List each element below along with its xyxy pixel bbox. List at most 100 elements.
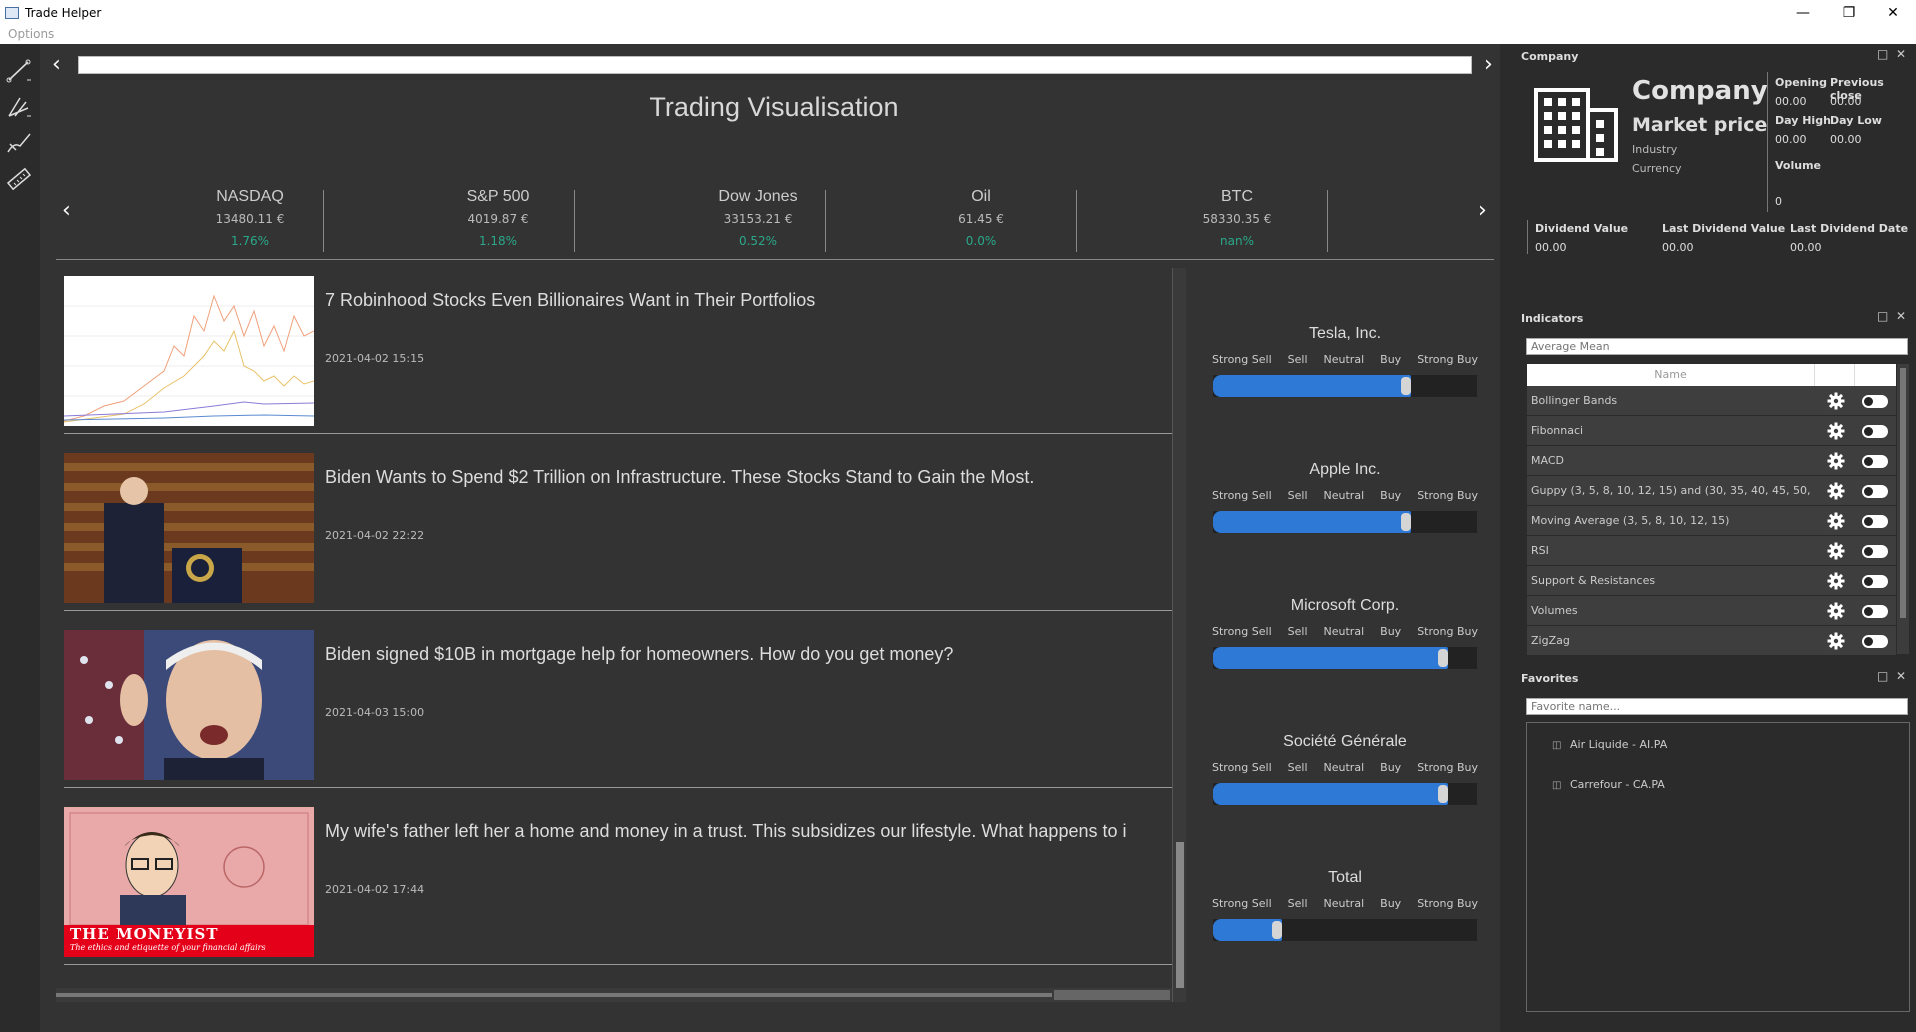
company-dock-title: Company [1521,50,1579,63]
ticker-value: 4019.87 € [467,212,529,226]
float-dock-icon[interactable]: □ [1877,47,1888,61]
minimize-button[interactable]: — [1780,0,1826,26]
ticker-prev-icon[interactable]: ‹ [62,200,71,222]
news-thumbnail-illustration: THE MONEYIST The ethics and etiquette of… [64,807,314,957]
news-headline[interactable]: Biden Wants to Spend $2 Trillion on Infr… [325,467,1175,488]
thumbnail-caption: THE MONEYIST [70,925,219,943]
indicators-scrollbar[interactable] [1897,364,1909,654]
close-dock-icon[interactable]: ✕ [1896,309,1906,323]
close-dock-icon[interactable]: ✕ [1896,669,1906,683]
indicator-row[interactable]: Support & Resistances [1527,566,1896,596]
window-title: Trade Helper [25,6,102,20]
settings-gear-icon[interactable] [1826,571,1846,591]
column-name-header[interactable]: Name [1527,364,1815,386]
indicator-toggle[interactable] [1862,485,1888,498]
gauge-title: Société Générale [1283,733,1407,750]
indicator-toggle[interactable] [1862,515,1888,528]
indicator-row[interactable]: Bollinger Bands [1527,386,1896,416]
ticker-sp500[interactable]: S&P 500 4019.87 € 1.18% [373,188,623,252]
indicator-toggle[interactable] [1862,425,1888,438]
recommendation-gauge: Microsoft Corp. Strong Sell Sell Neutral Bu… [1210,597,1480,717]
gauge-scale: Strong Sell Sell Neutral Buy Strong Buy [1212,625,1478,638]
line-tool-icon[interactable] [6,58,32,84]
menu-options[interactable]: Options [8,27,54,41]
url-input[interactable] [78,56,1472,74]
ticker-name: Oil [971,188,991,205]
indicator-toggle[interactable] [1862,635,1888,648]
settings-gear-icon[interactable] [1826,481,1846,501]
news-item[interactable]: 7 Robinhood Stocks Even Billionaires Wan… [64,276,1172,452]
ticker-change: 0.0% [965,234,997,248]
day-low-label: Day Low [1830,114,1882,127]
favorite-search-input[interactable] [1526,698,1908,715]
gauge-title: Total [1328,869,1362,886]
ticker-oil[interactable]: Oil 61.45 € 0.0% [856,188,1106,252]
close-dock-icon[interactable]: ✕ [1896,47,1906,61]
ticker-next-icon[interactable]: › [1478,200,1487,222]
ticker-separator [825,190,826,252]
favorite-item[interactable]: ◫ Air Liquide - AI.PA [1552,738,1667,751]
gauge-fill [1213,375,1411,397]
settings-gear-icon[interactable] [1826,631,1846,651]
news-vertical-scrollbar[interactable] [1172,268,1186,1002]
news-item[interactable]: Biden Wants to Spend $2 Trillion on Infr… [64,453,1172,629]
ruler-tool-icon[interactable] [6,166,32,192]
settings-gear-icon[interactable] [1826,421,1846,441]
brush-tool-icon[interactable] [6,130,32,156]
indicator-row[interactable]: Fibonnaci [1527,416,1896,446]
indicator-toggle[interactable] [1862,395,1888,408]
scroll-handle[interactable] [1176,842,1184,988]
indicator-row[interactable]: Moving Average (3, 5, 8, 10, 12, 15) [1527,506,1896,536]
volume-label: Volume [1775,159,1821,172]
settings-gear-icon[interactable] [1826,541,1846,561]
volume-value: 0 [1775,195,1782,208]
dividend-value-label: Dividend Value [1535,222,1629,235]
gauge-knob [1438,649,1448,667]
float-dock-icon[interactable]: □ [1877,309,1888,323]
restore-button[interactable]: ❐ [1826,0,1872,26]
ticker-divider [56,259,1494,260]
ticker-value: 33153.21 € [723,212,793,226]
company-dock-buttons: □ ✕ [1877,47,1906,61]
scroll-handle[interactable] [1900,368,1906,618]
settings-gear-icon[interactable] [1826,451,1846,471]
settings-gear-icon[interactable] [1826,511,1846,531]
ticker-dowjones[interactable]: Dow Jones 33153.21 € 0.52% [633,188,883,252]
drawing-toolbar [0,44,40,1032]
indicator-toggle[interactable] [1862,455,1888,468]
news-headline[interactable]: 7 Robinhood Stocks Even Billionaires Wan… [325,290,1175,311]
indicator-toggle[interactable] [1862,545,1888,558]
favorite-item[interactable]: ◫ Carrefour - CA.PA [1552,778,1665,791]
indicator-row[interactable]: RSI [1527,536,1896,566]
forward-arrow-icon[interactable]: › [1484,54,1493,76]
news-horizontal-scrollbar[interactable] [56,988,1172,1002]
scroll-handle[interactable] [1054,990,1170,1000]
close-window-button[interactable]: ✕ [1870,0,1916,26]
indicator-toggle[interactable] [1862,575,1888,588]
indicator-search-input[interactable] [1526,338,1908,355]
news-item[interactable]: Biden signed $10B in mortgage help for h… [64,630,1172,806]
favorite-label: Carrefour - CA.PA [1570,778,1665,791]
ticker-value: 13480.11 € [215,212,285,226]
settings-gear-icon[interactable] [1826,601,1846,621]
indicator-name: RSI [1531,544,1549,557]
indicator-row[interactable]: Volumes [1527,596,1896,626]
news-item[interactable]: THE MONEYIST The ethics and etiquette of… [64,807,1172,983]
ticker-btc[interactable]: BTC 58330.35 € nan% [1112,188,1362,252]
opening-value: 00.00 [1775,95,1807,108]
news-separator [64,610,1172,611]
ticker-nasdaq[interactable]: NASDAQ 13480.11 € 1.76% [125,188,375,252]
back-arrow-icon[interactable]: ‹ [52,54,61,76]
indicator-row[interactable]: ZigZag [1527,626,1896,656]
indicator-row[interactable]: Guppy (3, 5, 8, 10, 12, 15) and (30, 35,… [1527,476,1896,506]
candlestick-icon: ◫ [1552,780,1562,791]
ticker-value: 58330.35 € [1202,212,1272,226]
gauge-title: Microsoft Corp. [1290,597,1400,614]
indicator-row[interactable]: MACD [1527,446,1896,476]
news-headline[interactable]: Biden signed $10B in mortgage help for h… [325,644,1175,665]
news-headline[interactable]: My wife's father left her a home and mon… [325,821,1231,842]
indicator-toggle[interactable] [1862,605,1888,618]
favorites-list [1526,722,1910,1012]
settings-gear-icon[interactable] [1826,391,1846,411]
float-dock-icon[interactable]: □ [1877,669,1888,683]
